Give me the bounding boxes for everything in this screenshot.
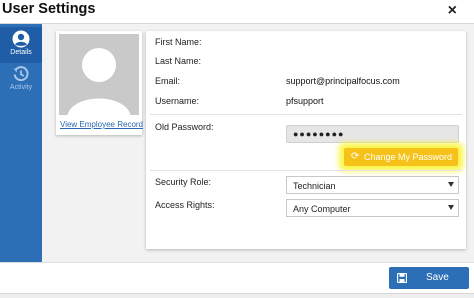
sidebar-item-label: Details — [10, 49, 32, 56]
access-rights-label: Access Rights: — [155, 200, 215, 210]
refresh-icon: ⟳ — [351, 151, 360, 162]
title-bar: User Settings × — [0, 0, 474, 24]
save-button[interactable]: Save — [389, 267, 469, 289]
change-password-button[interactable]: ⟳ Change My Password — [344, 148, 458, 166]
save-label: Save — [426, 272, 449, 283]
access-rights-select[interactable]: Any Computer — [286, 199, 459, 217]
user-circle-icon — [12, 30, 30, 48]
user-details-form: First Name: Last Name: Email: support@pr… — [146, 31, 466, 249]
sidebar: Details Activity — [0, 24, 42, 262]
last-name-label: Last Name: — [155, 56, 202, 66]
old-password-label: Old Password: — [155, 122, 214, 132]
security-role-select[interactable]: Technician — [286, 176, 459, 194]
profile-photo-card: View Employee Record — [56, 31, 143, 135]
view-employee-record-link[interactable]: View Employee Record — [60, 120, 143, 129]
horizontal-scrollbar[interactable] — [0, 293, 474, 298]
window-title: User Settings — [2, 1, 96, 17]
user-settings-window: User Settings × Details Activity View Em… — [0, 0, 474, 298]
sidebar-item-details[interactable]: Details — [0, 27, 42, 63]
divider — [150, 170, 462, 171]
security-role-value: Technician — [293, 181, 336, 191]
old-password-field[interactable]: ●●●●●●●● — [286, 125, 459, 143]
avatar — [59, 34, 139, 115]
history-icon — [13, 66, 29, 82]
footer: Save — [0, 262, 474, 298]
first-name-label: First Name: — [155, 37, 202, 47]
divider — [150, 114, 462, 115]
sidebar-item-label: Activity — [9, 84, 33, 91]
details-panel: View Employee Record First Name: Last Na… — [42, 24, 474, 262]
security-role-label: Security Role: — [155, 177, 212, 187]
change-password-label: Change My Password — [364, 152, 453, 162]
email-value: support@principalfocus.com — [286, 76, 400, 86]
email-label: Email: — [155, 76, 181, 86]
sidebar-item-activity[interactable]: Activity — [0, 62, 42, 98]
avatar-placeholder-icon — [59, 34, 139, 115]
close-button[interactable]: × — [448, 2, 457, 20]
username-value: pfsupport — [286, 96, 324, 106]
floppy-disk-icon — [397, 273, 407, 283]
chevron-down-icon — [448, 182, 454, 187]
chevron-down-icon — [448, 205, 454, 210]
access-rights-value: Any Computer — [293, 204, 351, 214]
username-label: Username: — [155, 96, 200, 106]
